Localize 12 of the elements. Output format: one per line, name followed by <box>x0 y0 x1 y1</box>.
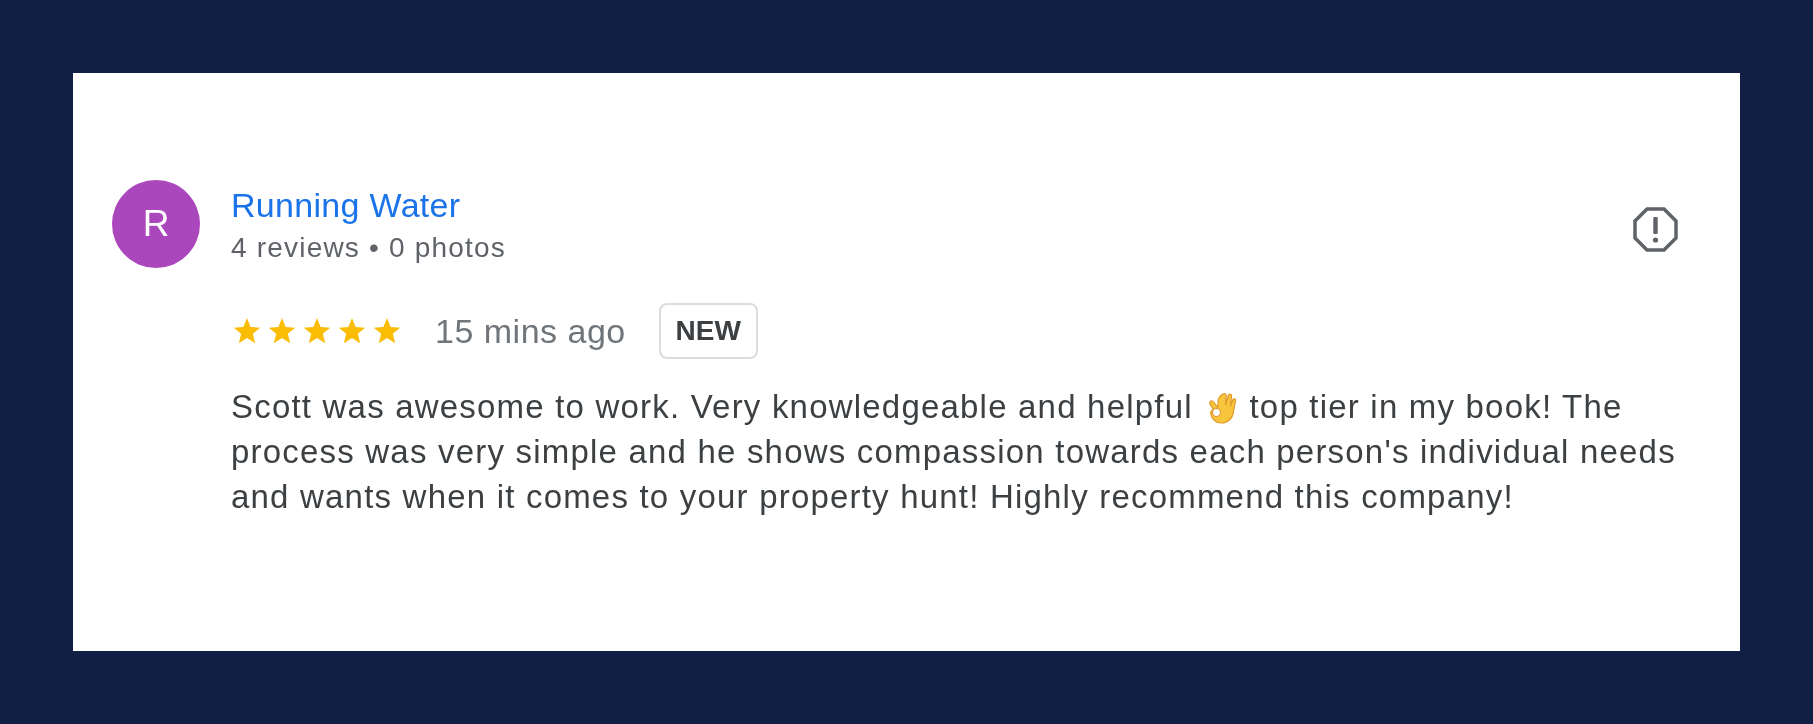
new-badge: NEW <box>658 303 758 359</box>
reviewer-name-link[interactable]: Running Water <box>231 185 507 225</box>
star-icon <box>303 317 331 345</box>
avatar[interactable]: R <box>112 180 200 268</box>
reviewer-stats: 4 reviews • 0 photos <box>231 232 507 264</box>
star-icon <box>338 317 366 345</box>
review-text: Scott was awesome to work. Very knowledgeable and helpful top tier in my book! The process was very simple and he shows compassion towards each person's individual needs and wants when it comes to your property hunt! Highly recommend this company! <box>231 387 1677 517</box>
star-icon <box>233 317 261 345</box>
report-octagon-icon[interactable] <box>1633 207 1678 252</box>
star-icon <box>268 317 296 345</box>
star-icon <box>373 317 401 345</box>
review-time: 15 mins ago <box>435 310 626 352</box>
